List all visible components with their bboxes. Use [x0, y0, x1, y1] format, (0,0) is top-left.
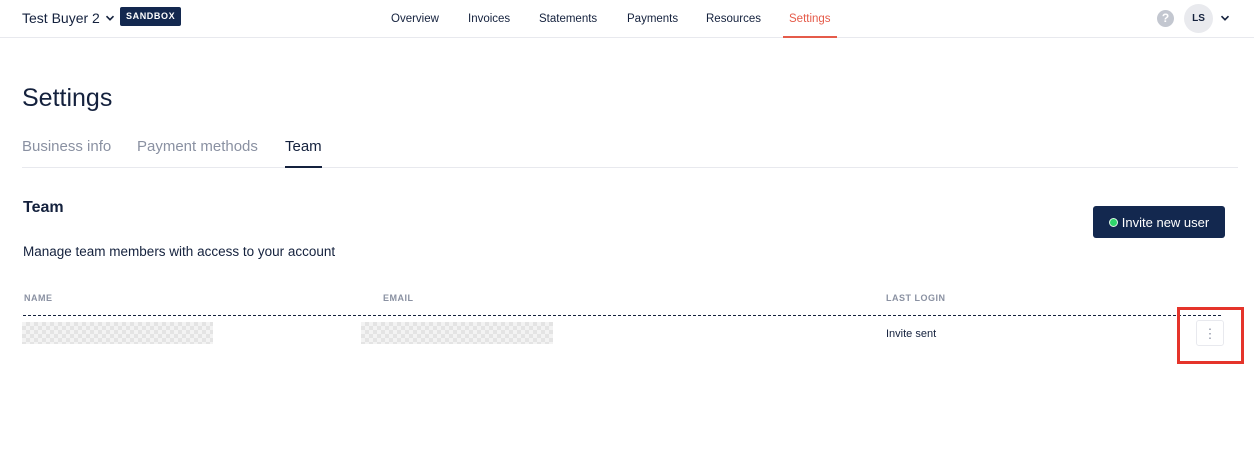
- page-title: Settings: [22, 84, 113, 112]
- invite-button-label: Invite new user: [1121, 214, 1210, 230]
- status-dot-icon: [1108, 217, 1118, 227]
- nav-statements[interactable]: Statements: [539, 0, 597, 38]
- table-header-divider: [23, 315, 1221, 316]
- account-name: Test Buyer 2: [22, 10, 100, 26]
- settings-tabs: Business info Payment methods Team: [22, 130, 1238, 168]
- more-vertical-icon: ⋮: [1203, 325, 1217, 341]
- tab-business-info[interactable]: Business info: [22, 138, 111, 155]
- last-login-value: Invite sent: [886, 328, 937, 340]
- row-actions-menu-button[interactable]: ⋮: [1196, 320, 1224, 346]
- help-icon[interactable]: ?: [1157, 10, 1174, 27]
- nav-invoices[interactable]: Invoices: [468, 0, 510, 38]
- nav-payments[interactable]: Payments: [627, 0, 678, 38]
- nav-resources[interactable]: Resources: [706, 0, 761, 38]
- top-navigation-bar: Test Buyer 2 SANDBOX Overview Invoices S…: [0, 0, 1254, 38]
- tab-payment-methods[interactable]: Payment methods: [137, 138, 258, 155]
- sandbox-badge: SANDBOX: [120, 7, 182, 26]
- column-header-last-login: LAST LOGIN: [886, 293, 946, 303]
- nav-settings[interactable]: Settings: [783, 0, 837, 38]
- nav-overview[interactable]: Overview: [391, 0, 439, 38]
- chevron-down-icon: [105, 15, 114, 21]
- chevron-down-icon[interactable]: [1220, 13, 1230, 23]
- user-avatar[interactable]: LS: [1184, 4, 1213, 33]
- redacted-name-cell: [22, 322, 213, 344]
- column-header-email: EMAIL: [383, 293, 414, 303]
- tab-team[interactable]: Team: [285, 138, 322, 168]
- redacted-email-cell: [361, 322, 553, 344]
- invite-new-user-button[interactable]: Invite new user: [1093, 206, 1225, 238]
- column-header-name: NAME: [24, 293, 53, 303]
- account-switcher[interactable]: Test Buyer 2: [22, 10, 115, 26]
- team-section-title: Team: [23, 199, 64, 216]
- team-section-description: Manage team members with access to your …: [23, 244, 336, 259]
